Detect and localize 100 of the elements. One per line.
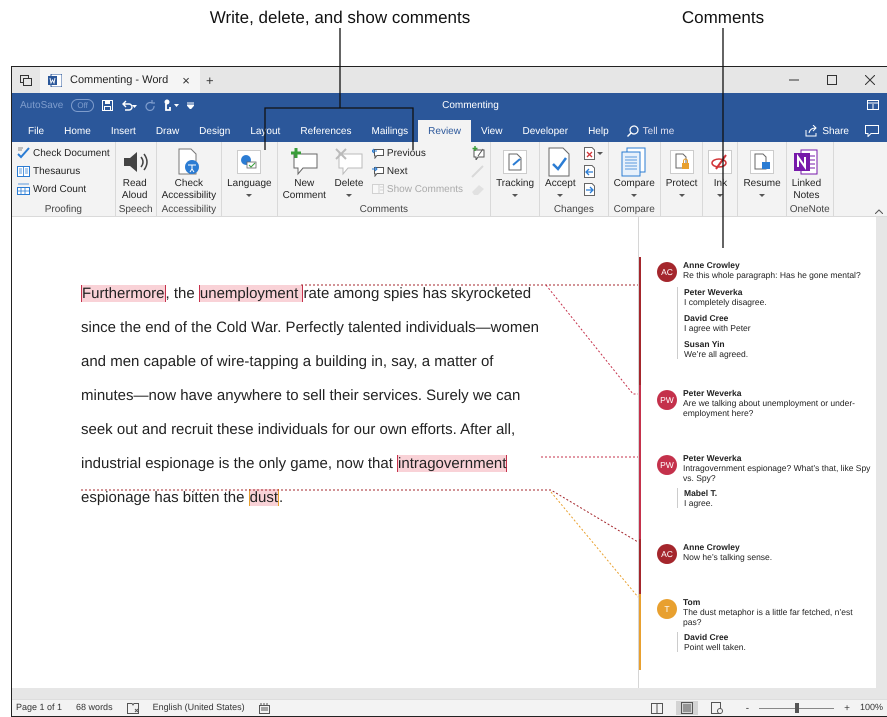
zoom-in-button[interactable]: + xyxy=(842,700,852,716)
comment-author: Anne Crowley xyxy=(683,542,741,552)
comment-bubble-icon[interactable] xyxy=(865,125,879,137)
redo-icon[interactable] xyxy=(144,100,155,110)
ribbon-button[interactable]: Linked Notes xyxy=(790,144,824,202)
protect-icon xyxy=(670,150,694,174)
group-label: Comments xyxy=(358,203,409,216)
collapse-ribbon-icon[interactable] xyxy=(875,209,883,214)
delete-comment-icon xyxy=(334,148,364,176)
save-icon[interactable] xyxy=(102,100,113,110)
comment-text: Intragovernment espionage? What’s that, like Spy vs. Spy? xyxy=(683,463,872,483)
comments-pane-icon xyxy=(372,184,384,194)
ribbon-button[interactable]: Check Accessibility xyxy=(160,144,218,202)
caret-icon xyxy=(246,194,252,197)
ribbon-button[interactable]: Read Aloud xyxy=(118,144,151,202)
ribbon-tab[interactable]: Home xyxy=(54,120,101,142)
proofing-icon[interactable] xyxy=(126,702,139,714)
comment-author: Peter Weverka xyxy=(683,388,742,398)
ribbon-tab[interactable]: File xyxy=(18,120,54,142)
ribbon-button[interactable]: Protect xyxy=(664,144,700,197)
group-label: Compare xyxy=(612,203,656,216)
search-icon[interactable] xyxy=(626,125,639,137)
caret-icon xyxy=(596,152,603,154)
resume-icon xyxy=(750,150,774,174)
avatar-circle: T xyxy=(657,599,677,619)
group-label: Speech xyxy=(118,203,153,216)
ribbon-button[interactable]: Delete xyxy=(332,144,366,197)
reply-text: I agree with Peter xyxy=(684,323,752,333)
new-tab-button[interactable]: + xyxy=(200,67,220,93)
ribbon-button[interactable]: Language xyxy=(225,144,274,197)
language-status[interactable]: English (United States) xyxy=(152,701,245,715)
ribbon-button[interactable]: Resume xyxy=(741,144,783,197)
accessibility-icon xyxy=(176,148,202,176)
caret-icon xyxy=(631,194,638,197)
touch-mode-icon[interactable] xyxy=(162,99,179,111)
reply-text: I agree. xyxy=(684,498,714,508)
ribbon-tab[interactable]: Help xyxy=(578,120,619,142)
page-count[interactable]: Page 1 of 1 xyxy=(16,701,62,715)
document-app-icon xyxy=(48,74,62,86)
window-tiles-icon[interactable] xyxy=(20,74,32,86)
share-button[interactable]: Share xyxy=(795,120,859,142)
pen-icon xyxy=(471,164,486,178)
word-count[interactable]: 68 words xyxy=(76,701,113,715)
tracking-icon xyxy=(503,150,528,174)
accept-icon xyxy=(548,147,572,177)
next-change-icon xyxy=(584,182,595,196)
reply-author: Susan Yin xyxy=(684,339,726,349)
comment-author: Tom xyxy=(683,597,702,607)
ribbon-button[interactable] xyxy=(582,144,605,162)
ribbon-button[interactable]: Thesaurus xyxy=(15,162,112,180)
slider-thumb[interactable] xyxy=(794,703,799,713)
ribbon-button[interactable]: Tracking xyxy=(494,144,536,197)
caret-icon xyxy=(759,194,766,197)
reply-text: We’re all agreed. xyxy=(684,349,750,359)
comment-author: Peter Weverka xyxy=(683,453,742,463)
ribbon-button[interactable]: Word Count xyxy=(15,180,112,198)
ribbon-tab[interactable]: Insert xyxy=(100,120,146,142)
zoom-out-button[interactable]: - xyxy=(744,700,752,716)
ribbon-button[interactable]: New Comment xyxy=(280,144,328,202)
callout-label: Comments xyxy=(682,7,764,29)
ribbon-tab[interactable]: Draw xyxy=(146,120,190,142)
reply-author: Mabel T. xyxy=(684,488,718,498)
tell-me-field[interactable]: Tell me xyxy=(642,124,674,138)
ribbon-tab[interactable]: References xyxy=(290,120,362,142)
caret-icon xyxy=(557,194,564,197)
caret-icon xyxy=(512,194,518,197)
ribbon-button[interactable]: Accept xyxy=(543,144,578,197)
reply-text: Point well taken. xyxy=(684,642,747,652)
ribbon-button[interactable]: Next xyxy=(370,162,466,180)
comment-text: Are we talking about unemployment or under-employment here? xyxy=(683,398,856,418)
zoom-level[interactable]: 100% xyxy=(860,701,883,715)
notebook-icon xyxy=(793,148,820,176)
comment-text: The dust metaphor is a little far fetched, n’est pas? xyxy=(683,607,854,627)
close-tab-button[interactable]: × xyxy=(176,74,196,86)
ribbon-tab[interactable]: View xyxy=(470,120,512,142)
new-comment-icon xyxy=(289,148,320,176)
ribbon-tab[interactable]: Design xyxy=(189,120,240,142)
undo-icon[interactable] xyxy=(120,100,137,110)
ribbon-display-icon[interactable] xyxy=(867,100,879,110)
view-button[interactable] xyxy=(676,701,698,715)
group-label: OneNote xyxy=(790,203,830,216)
word-count-icon xyxy=(17,183,30,195)
document-title: Commenting xyxy=(441,98,500,112)
avatar-circle: AC xyxy=(657,262,677,282)
group-label: Changes xyxy=(552,203,595,216)
close-icon[interactable] xyxy=(865,75,875,85)
ink-pen-icon xyxy=(708,150,732,174)
customize-toolbar-icon[interactable] xyxy=(186,101,194,109)
avatar-circle: AC xyxy=(657,544,677,564)
ribbon-button[interactable]: Previous xyxy=(370,144,466,162)
ribbon-tab[interactable]: Mailings xyxy=(361,120,418,142)
ribbon-button[interactable]: Compare xyxy=(612,144,657,197)
macro-icon[interactable] xyxy=(258,702,270,714)
ribbon-tab[interactable]: Developer xyxy=(512,120,578,142)
document-tab[interactable]: Commenting - Word × xyxy=(40,67,200,93)
thesaurus-icon xyxy=(17,166,30,176)
group-label: Proofing xyxy=(44,203,83,216)
ribbon-button[interactable]: Check Document xyxy=(15,144,112,162)
maximize-icon[interactable] xyxy=(827,75,837,85)
ribbon-tab[interactable]: Review xyxy=(418,120,471,142)
